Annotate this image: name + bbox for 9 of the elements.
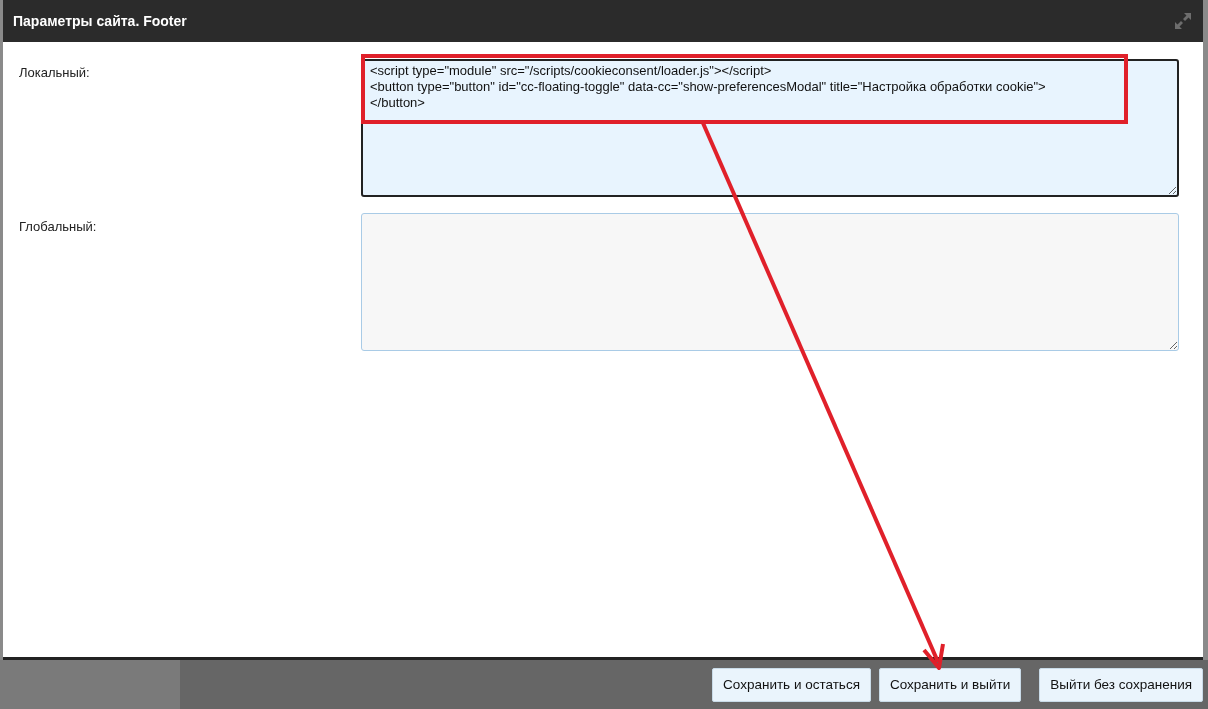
action-button[interactable]: Сохранить и остаться (712, 667, 871, 702)
text-area[interactable]: <script type="module" src="/scripts/cookieconsent/loader.js"></script> <button type="button" id="cc-floating-toggle" data-cc="show-preferencesModal" title="Настройка обработки cookie"> </button> (361, 59, 1179, 197)
field-label: Локальный: (19, 64, 91, 82)
action-button[interactable]: Выйти без сохранения (1039, 667, 1203, 702)
expand-icon[interactable] (1173, 11, 1193, 31)
action-button[interactable]: Сохранить и выйти (878, 667, 1022, 702)
text-area[interactable] (361, 213, 1179, 351)
window-title: Параметры сайта. Footer (13, 13, 187, 29)
field-label: Глобальный: (19, 218, 98, 236)
